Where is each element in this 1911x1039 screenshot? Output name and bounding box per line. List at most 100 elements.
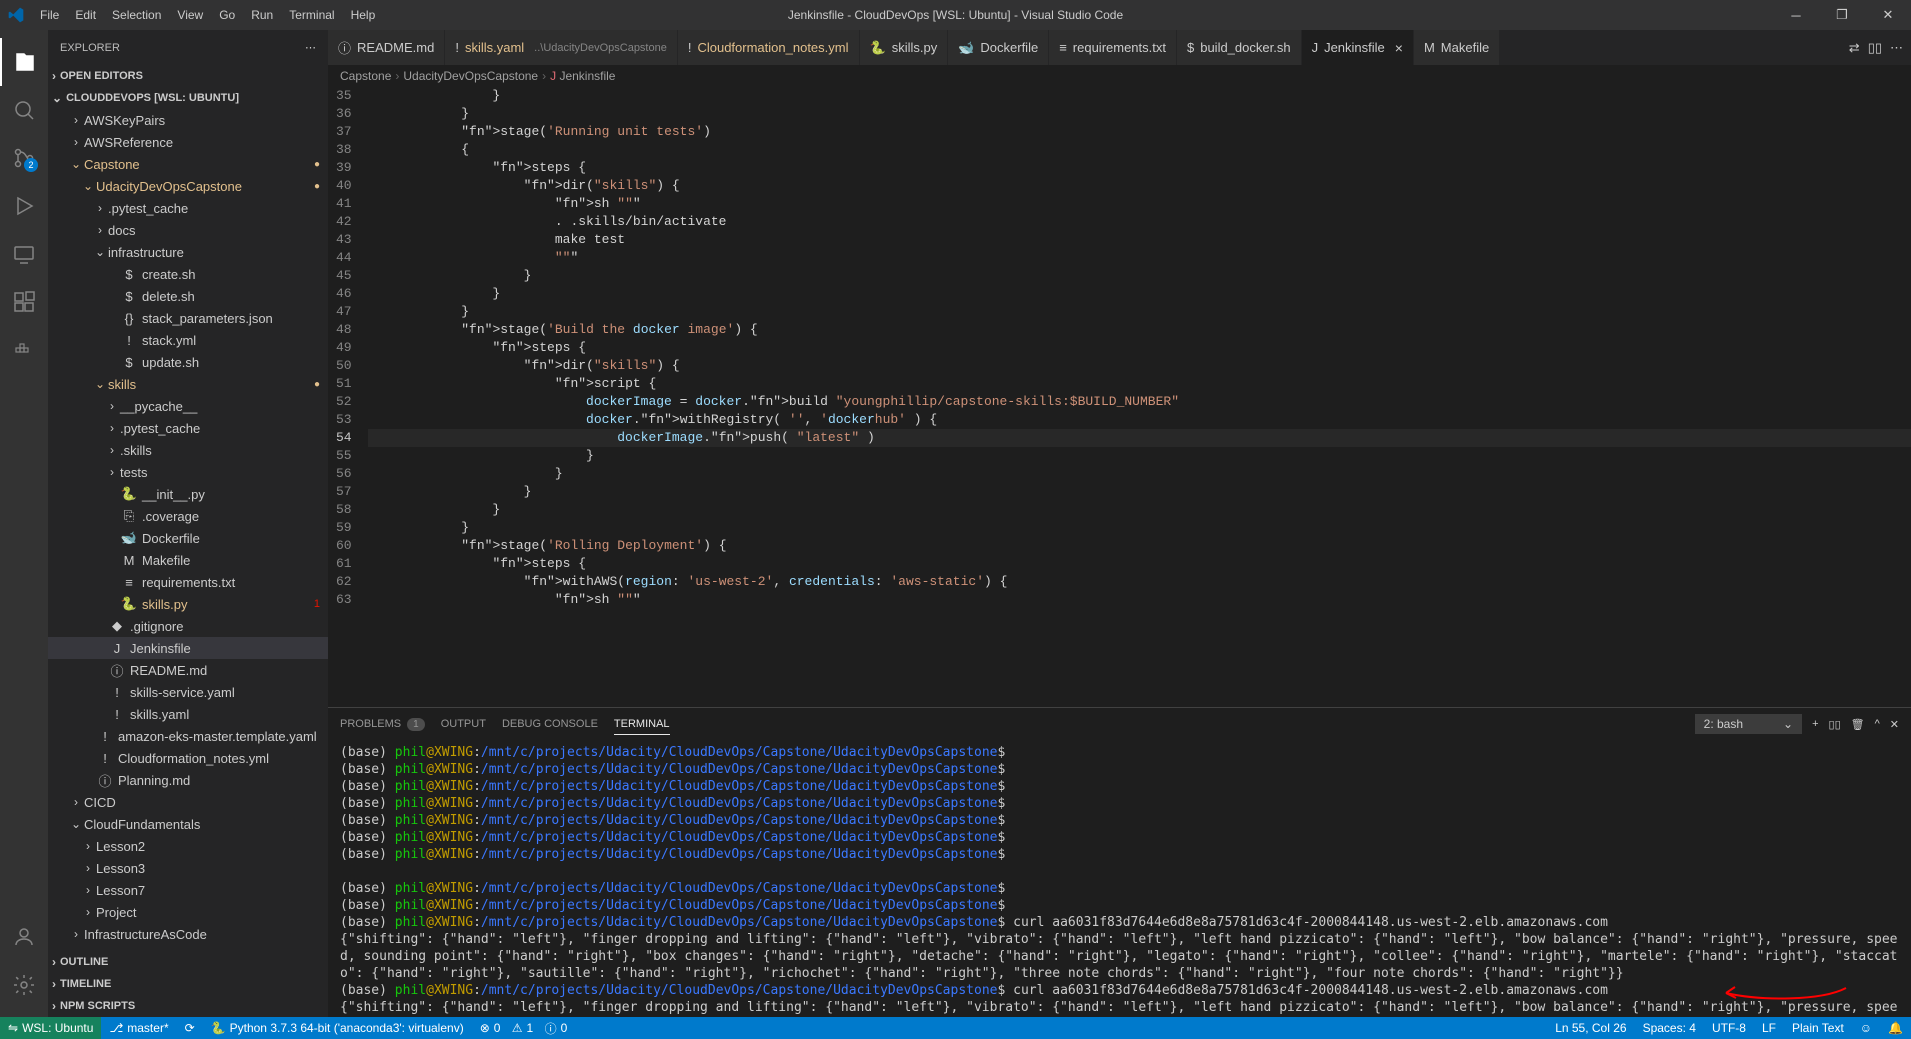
- tree-item[interactable]: ›__pycache__: [48, 395, 328, 417]
- status-remote[interactable]: ⇋WSL: Ubuntu: [0, 1017, 101, 1039]
- editor-tab[interactable]: $build_docker.sh: [1177, 30, 1302, 65]
- tree-item[interactable]: ⌄UdacityDevOpsCapstone●: [48, 175, 328, 197]
- tree-item[interactable]: ›CICD: [48, 791, 328, 813]
- maximize-panel-icon[interactable]: ^: [1875, 718, 1880, 730]
- menu-help[interactable]: Help: [343, 4, 384, 26]
- tree-item[interactable]: ›InfrastructureAsCode: [48, 923, 328, 945]
- tree-item[interactable]: $delete.sh: [48, 285, 328, 307]
- tree-item[interactable]: ⌄skills●: [48, 373, 328, 395]
- outline-section[interactable]: ›OUTLINE: [48, 951, 328, 973]
- status-cursor[interactable]: Ln 55, Col 26: [1547, 1021, 1634, 1035]
- tree-item[interactable]: JJenkinsfile: [48, 637, 328, 659]
- editor-tab[interactable]: 🐋Dockerfile: [948, 30, 1049, 65]
- tree-item[interactable]: ›Lesson3: [48, 857, 328, 879]
- tree-item[interactable]: ›tests: [48, 461, 328, 483]
- tree-item[interactable]: ›.pytest_cache: [48, 417, 328, 439]
- explorer-activity[interactable]: [0, 38, 48, 86]
- menu-terminal[interactable]: Terminal: [281, 4, 342, 26]
- status-bell[interactable]: 🔔: [1880, 1021, 1911, 1035]
- tree-item[interactable]: !skills-service.yaml: [48, 681, 328, 703]
- menu-run[interactable]: Run: [243, 4, 281, 26]
- editor-tab[interactable]: 🐍skills.py: [860, 30, 949, 65]
- terminal-content[interactable]: (base) phil@XWING:/mnt/c/projects/Udacit…: [328, 740, 1911, 1017]
- debug-activity[interactable]: [0, 182, 48, 230]
- tree-item[interactable]: ⎘.coverage: [48, 505, 328, 527]
- accounts-activity[interactable]: [0, 913, 48, 961]
- code-editor[interactable]: 3536373839404142434445464748495051525354…: [328, 87, 1911, 707]
- terminal-tab[interactable]: TERMINAL: [614, 714, 670, 735]
- editor-tab[interactable]: MMakefile: [1414, 30, 1500, 65]
- tree-item[interactable]: ›.skills: [48, 439, 328, 461]
- tree-item[interactable]: ›AWSKeyPairs: [48, 109, 328, 131]
- tree-item[interactable]: ⓘPlanning.md: [48, 769, 328, 791]
- split-editor-icon[interactable]: ▯▯: [1868, 40, 1882, 56]
- close-window-button[interactable]: ✕: [1865, 0, 1911, 30]
- new-terminal-icon[interactable]: +: [1812, 718, 1818, 730]
- status-problems[interactable]: ⊗0 ⚠1 ⓘ0: [472, 1017, 576, 1039]
- tree-item[interactable]: !Cloudformation_notes.yml: [48, 747, 328, 769]
- scm-activity[interactable]: 2: [0, 134, 48, 182]
- tree-item[interactable]: ›.pytest_cache: [48, 197, 328, 219]
- docker-activity[interactable]: [0, 326, 48, 374]
- menu-edit[interactable]: Edit: [67, 4, 104, 26]
- tree-item[interactable]: MMakefile: [48, 549, 328, 571]
- menu-view[interactable]: View: [169, 4, 211, 26]
- tree-item[interactable]: ⌄Capstone●: [48, 153, 328, 175]
- minimize-button[interactable]: ─: [1773, 0, 1819, 30]
- tree-item[interactable]: $create.sh: [48, 263, 328, 285]
- problems-tab[interactable]: PROBLEMS1: [340, 714, 425, 735]
- tree-item[interactable]: 🐋Dockerfile: [48, 527, 328, 549]
- tree-item[interactable]: ›Project: [48, 901, 328, 923]
- timeline-section[interactable]: ›TIMELINE: [48, 973, 328, 995]
- tree-item[interactable]: 🐍__init__.py: [48, 483, 328, 505]
- tree-item[interactable]: ⌄infrastructure: [48, 241, 328, 263]
- settings-activity[interactable]: [0, 961, 48, 1009]
- remote-activity[interactable]: [0, 230, 48, 278]
- workspace-section[interactable]: ⌄CLOUDDEVOPS [WSL: UBUNTU]: [48, 87, 328, 109]
- editor-tab[interactable]: ⓘREADME.md: [328, 30, 445, 65]
- tree-item[interactable]: !amazon-eks-master.template.yaml: [48, 725, 328, 747]
- editor-tab[interactable]: JJenkinsfile×: [1302, 30, 1414, 65]
- breadcrumb-item[interactable]: J Jenkinsfile: [550, 69, 615, 83]
- editor-tab[interactable]: ≡requirements.txt: [1049, 30, 1177, 65]
- menu-go[interactable]: Go: [211, 4, 243, 26]
- output-tab[interactable]: OUTPUT: [441, 714, 486, 734]
- tree-item[interactable]: 🐍skills.py1: [48, 593, 328, 615]
- tree-item[interactable]: ›AWSReference: [48, 131, 328, 153]
- status-branch[interactable]: ⎇master*: [101, 1017, 176, 1039]
- breadcrumbs[interactable]: Capstone›UdacityDevOpsCapstone›J Jenkins…: [328, 65, 1911, 87]
- terminal-selector[interactable]: 2: bash⌄: [1695, 714, 1802, 734]
- status-eol[interactable]: LF: [1754, 1021, 1784, 1035]
- tree-item[interactable]: ›Lesson2: [48, 835, 328, 857]
- tree-item[interactable]: ›Lesson7: [48, 879, 328, 901]
- tree-item[interactable]: !skills.yaml: [48, 703, 328, 725]
- tree-item[interactable]: {}stack_parameters.json: [48, 307, 328, 329]
- status-python[interactable]: 🐍Python 3.7.3 64-bit ('anaconda3': virtu…: [203, 1017, 472, 1039]
- tree-item[interactable]: ›docs: [48, 219, 328, 241]
- kill-terminal-icon[interactable]: 🗑: [1851, 718, 1865, 731]
- split-terminal-icon[interactable]: ▯▯: [1829, 718, 1841, 731]
- menu-file[interactable]: File: [32, 4, 67, 26]
- debug-console-tab[interactable]: DEBUG CONSOLE: [502, 714, 598, 734]
- editor-tab[interactable]: !Cloudformation_notes.yml: [678, 30, 860, 65]
- status-indent[interactable]: Spaces: 4: [1635, 1021, 1704, 1035]
- tree-item[interactable]: ◆.gitignore: [48, 615, 328, 637]
- menu-selection[interactable]: Selection: [104, 4, 169, 26]
- status-sync[interactable]: ⟳: [177, 1017, 203, 1039]
- close-tab-icon[interactable]: ×: [1395, 40, 1403, 56]
- status-language[interactable]: Plain Text: [1784, 1021, 1852, 1035]
- tree-item[interactable]: ≡requirements.txt: [48, 571, 328, 593]
- search-activity[interactable]: [0, 86, 48, 134]
- close-panel-icon[interactable]: ✕: [1890, 718, 1899, 731]
- tree-item[interactable]: ⓘREADME.md: [48, 659, 328, 681]
- more-actions-icon[interactable]: ⋯: [1890, 40, 1903, 56]
- tree-item[interactable]: $update.sh: [48, 351, 328, 373]
- tree-item[interactable]: ⌄CloudFundamentals: [48, 813, 328, 835]
- status-encoding[interactable]: UTF-8: [1704, 1021, 1754, 1035]
- maximize-button[interactable]: ❐: [1819, 0, 1865, 30]
- npm-section[interactable]: ›NPM SCRIPTS: [48, 995, 328, 1017]
- compare-icon[interactable]: ⇄: [1849, 40, 1860, 56]
- sidebar-more-icon[interactable]: ⋯: [305, 41, 316, 54]
- extensions-activity[interactable]: [0, 278, 48, 326]
- status-feedback[interactable]: ☺: [1852, 1021, 1880, 1035]
